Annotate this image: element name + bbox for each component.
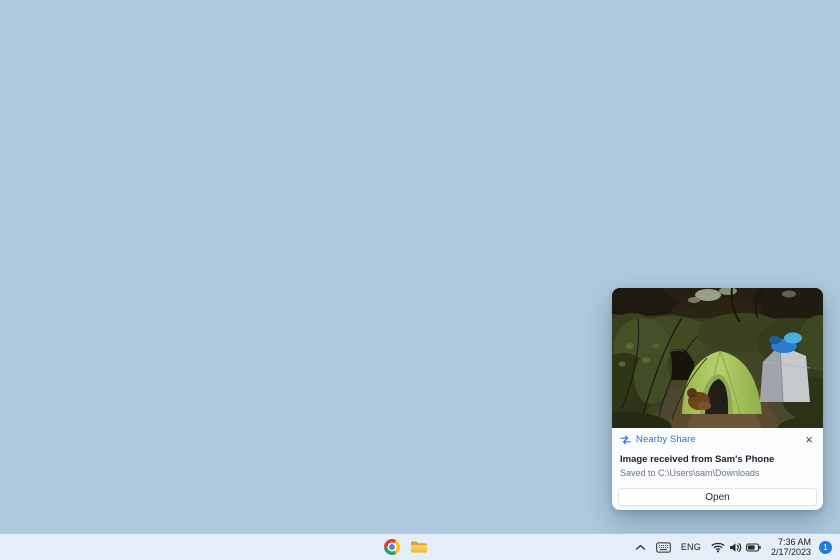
notification-subtitle: Saved to C:\Users\sam\Downloads (618, 466, 817, 479)
taskbar-center (383, 534, 428, 560)
quick-settings[interactable] (709, 539, 763, 555)
open-button[interactable]: Open (618, 488, 817, 506)
chevron-up-icon[interactable] (633, 542, 648, 553)
taskbar: ENG (0, 533, 840, 560)
system-tray: ENG (633, 534, 832, 560)
notification-app-name: Nearby Share (636, 434, 696, 445)
language-indicator[interactable]: ENG (679, 540, 703, 554)
received-image-preview (612, 288, 823, 428)
nearby-share-icon (620, 435, 631, 445)
clock[interactable]: 7:36 AM 2/17/2023 (769, 535, 813, 559)
time-label: 7:36 AM (778, 537, 811, 547)
notification-title: Image received from Sam's Phone (618, 451, 817, 466)
touch-keyboard-icon[interactable] (654, 540, 673, 555)
notification-header: Nearby Share × (618, 428, 817, 451)
wifi-icon (711, 541, 725, 553)
desktop[interactable]: Nearby Share × Image received from Sam's… (0, 0, 840, 560)
volume-icon (729, 542, 742, 553)
chrome-icon[interactable] (383, 538, 401, 556)
notification-count-badge[interactable]: 1 (819, 541, 832, 554)
date-label: 2/17/2023 (771, 547, 811, 557)
nearby-share-notification[interactable]: Nearby Share × Image received from Sam's… (612, 288, 823, 510)
battery-icon (746, 542, 761, 553)
file-explorer-icon[interactable] (410, 538, 428, 556)
chrome-logo (384, 539, 400, 555)
notification-body: Nearby Share × Image received from Sam's… (612, 428, 823, 506)
folder-glyph (410, 540, 428, 554)
close-icon[interactable]: × (801, 431, 817, 447)
